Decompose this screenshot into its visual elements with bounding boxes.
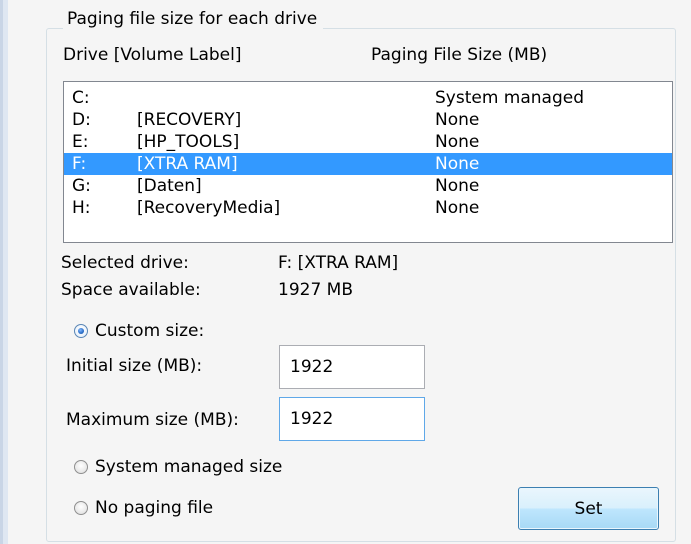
no-paging-file-label: No paging file [95,498,214,518]
maximum-size-label: Maximum size (MB): [66,410,239,430]
system-managed-option[interactable]: System managed size [74,456,282,478]
space-available-label: Space available: [61,280,201,300]
column-header-paging-size: Paging File Size (MB) [371,45,548,65]
drive-letter: F: [72,154,87,174]
maximum-size-input[interactable] [279,397,425,441]
custom-size-option[interactable]: Custom size: [74,320,204,342]
set-button[interactable]: Set [518,487,659,530]
drive-row-e[interactable]: E: [HP_TOOLS] None [64,131,672,153]
drive-letter: G: [72,176,91,196]
volume-label: [RecoveryMedia] [137,198,281,218]
no-paging-file-option[interactable]: No paging file [74,497,213,519]
drive-letter: C: [72,88,90,108]
paging-size: System managed [435,88,585,108]
paging-size: None [435,154,480,174]
drive-letter: E: [72,132,89,152]
window-left-edge [0,0,8,544]
volume-label: [RECOVERY] [137,110,242,130]
paging-size: None [435,110,480,130]
initial-size-label: Initial size (MB): [66,356,203,376]
drive-list[interactable]: C: System managed D: [RECOVERY] None E: … [63,81,673,243]
selected-drive-label: Selected drive: [61,253,189,273]
drive-letter: D: [72,110,91,130]
volume-label: [XTRA RAM] [137,154,238,174]
drive-row-c[interactable]: C: System managed [64,87,672,109]
drive-letter: H: [72,198,91,218]
paging-size: None [435,198,480,218]
drive-row-h[interactable]: H: [RecoveryMedia] None [64,197,672,219]
volume-label: [Daten] [137,176,202,196]
space-available-value: 1927 MB [278,280,353,300]
groupbox-title: Paging file size for each drive [63,8,324,30]
drive-row-d[interactable]: D: [RECOVERY] None [64,109,672,131]
custom-size-label: Custom size: [95,321,205,341]
selected-drive-value: F: [XTRA RAM] [278,253,399,273]
radio-checked-icon[interactable] [74,324,88,338]
volume-label: [HP_TOOLS] [137,132,240,152]
radio-unchecked-icon[interactable] [74,460,88,474]
paging-size: None [435,176,480,196]
paging-size: None [435,132,480,152]
drive-row-f[interactable]: F: [XTRA RAM] None [64,153,672,175]
system-managed-label: System managed size [95,457,283,477]
drive-row-g[interactable]: G: [Daten] None [64,175,672,197]
column-header-drive: Drive [Volume Label] [63,45,242,65]
initial-size-input[interactable] [279,345,425,389]
radio-unchecked-icon[interactable] [74,501,88,515]
virtual-memory-dialog: Paging file size for each drive Drive [V… [8,0,691,544]
